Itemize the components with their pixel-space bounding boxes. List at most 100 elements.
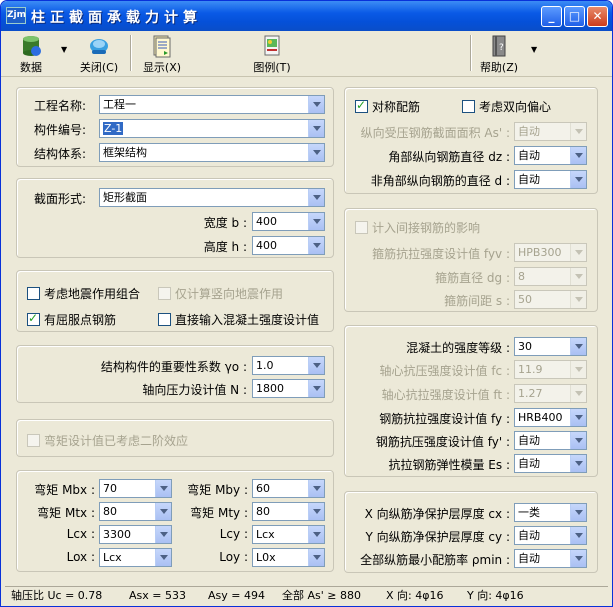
minimize-button[interactable]: _ <box>541 6 562 27</box>
dropdown-arrow-icon[interactable] <box>308 120 324 137</box>
noncorner-diameter-combo[interactable]: 自动 <box>514 170 587 189</box>
member-id-combo[interactable]: Z-1 <box>99 119 325 138</box>
fc-combo[interactable]: 11.9 <box>514 360 587 379</box>
dropdown-arrow-icon[interactable] <box>308 144 324 161</box>
height-value: 400 <box>256 239 277 252</box>
dropdown-arrow-icon[interactable] <box>570 338 586 355</box>
dropdown-arrow-icon[interactable] <box>570 432 586 449</box>
cover-cx-combo[interactable]: 一类 <box>514 503 587 522</box>
cover-cy-combo[interactable]: 自动 <box>514 526 587 545</box>
dropdown-arrow-icon[interactable] <box>308 189 324 206</box>
biaxial-checkbox[interactable]: 考虑双向偏心 <box>462 98 551 115</box>
display-button[interactable]: 显示(X) <box>140 34 184 74</box>
dropdown-arrow-icon[interactable] <box>155 549 171 566</box>
vertical-seismic-checkbox[interactable]: 仅计算竖向地震作用 <box>158 285 283 302</box>
status-bar: 轴压比 Uc = 0.78 Asx = 533 Asy = 494 全部 As'… <box>5 586 608 604</box>
moments-panel: 弯矩 Mbx : 70 弯矩 Mby : 60 弯矩 Mtx : 80 弯矩 M… <box>16 470 334 572</box>
project-name-combo[interactable]: 工程一 <box>99 95 325 114</box>
importance-factor-combo[interactable]: 1.0 <box>252 356 325 375</box>
dropdown-arrow-icon[interactable] <box>570 409 586 426</box>
noncorner-diameter-label: 非角部纵向钢筋的直径 d : <box>370 174 510 188</box>
dropdown-arrow-icon[interactable] <box>570 504 586 521</box>
dropdown-arrow-icon[interactable] <box>155 503 171 520</box>
yield-rebar-checkbox[interactable]: 有屈服点钢筋 <box>27 311 116 328</box>
svg-text:?: ? <box>499 43 504 53</box>
rebar-panel: 对称配筋 考虑双向偏心 纵向受压钢筋截面面积 As' : 自动 角部纵向钢筋直径… <box>344 87 598 194</box>
lcy-value: Lcx <box>256 528 275 541</box>
status-y-direction: Y 向: 4φ16 <box>467 589 524 602</box>
dropdown-arrow-icon[interactable] <box>308 549 324 566</box>
mby-combo[interactable]: 60 <box>252 479 325 498</box>
axial-force-combo[interactable]: 1800 <box>252 379 325 398</box>
maximize-button[interactable]: □ <box>564 6 585 27</box>
dropdown-arrow-icon[interactable] <box>570 385 586 402</box>
lox-value: Lcx <box>103 551 122 564</box>
stirrup-strength-combo[interactable]: HPB300 <box>514 243 587 262</box>
symmetric-rebar-checkbox[interactable]: 对称配筋 <box>355 98 420 115</box>
fyp-combo[interactable]: 自动 <box>514 431 587 450</box>
dropdown-arrow-icon[interactable] <box>308 526 324 543</box>
help-button[interactable]: ? 帮助(Z) <box>477 34 521 74</box>
structure-system-combo[interactable]: 框架结构 <box>99 143 325 162</box>
close-window-button[interactable]: ✕ <box>587 6 608 27</box>
dropdown-arrow-icon[interactable] <box>570 244 586 261</box>
help-dropdown-arrow[interactable]: ▼ <box>531 45 537 54</box>
loy-value: L0x <box>256 551 276 564</box>
es-combo[interactable]: 自动 <box>514 454 587 473</box>
dropdown-arrow-icon[interactable] <box>570 123 586 140</box>
mbx-combo[interactable]: 70 <box>99 479 172 498</box>
width-label: 宽度 b : <box>203 216 247 230</box>
dropdown-arrow-icon[interactable] <box>155 480 171 497</box>
data-button-label: 数据 <box>20 61 42 74</box>
dropdown-arrow-icon[interactable] <box>308 357 324 374</box>
dropdown-arrow-icon[interactable] <box>570 268 586 285</box>
corner-diameter-combo[interactable]: 自动 <box>514 146 587 165</box>
concrete-grade-value: 30 <box>518 340 532 353</box>
lcx-combo[interactable]: 3300 <box>99 525 172 544</box>
second-order-checkbox[interactable]: 弯矩设计值已考虑二阶效应 <box>27 432 188 449</box>
lox-combo[interactable]: Lcx <box>99 548 172 567</box>
dropdown-arrow-icon[interactable] <box>570 171 586 188</box>
dropdown-arrow-icon[interactable] <box>570 361 586 378</box>
mtx-combo[interactable]: 80 <box>99 502 172 521</box>
title-bar[interactable]: Zjm 柱正截面承载力计算 _ □ ✕ <box>1 1 612 31</box>
data-dropdown-arrow[interactable]: ▼ <box>61 45 67 54</box>
dropdown-arrow-icon[interactable] <box>308 503 324 520</box>
dropdown-arrow-icon[interactable] <box>570 550 586 567</box>
loy-combo[interactable]: L0x <box>252 548 325 567</box>
dropdown-arrow-icon[interactable] <box>570 147 586 164</box>
stirrup-strength-label: 箍筋抗拉强度设计值 fyv : <box>372 247 510 261</box>
dropdown-arrow-icon[interactable] <box>570 455 586 472</box>
mty-combo[interactable]: 80 <box>252 502 325 521</box>
app-icon: Zjm <box>6 7 26 24</box>
lcy-combo[interactable]: Lcx <box>252 525 325 544</box>
checkbox-icon <box>158 313 171 326</box>
cover-panel: X 向纵筋净保护层厚度 cx : 一类 Y 向纵筋净保护层厚度 cy : 自动 … <box>344 491 598 573</box>
dropdown-arrow-icon[interactable] <box>308 96 324 113</box>
dropdown-arrow-icon[interactable] <box>308 380 324 397</box>
dropdown-arrow-icon[interactable] <box>570 291 586 308</box>
height-combo[interactable]: 400 <box>252 236 325 255</box>
direct-concrete-checkbox[interactable]: 直接输入混凝土强度设计值 <box>158 311 319 328</box>
min-ratio-combo[interactable]: 自动 <box>514 549 587 568</box>
compression-area-combo[interactable]: 自动 <box>514 122 587 141</box>
stirrup-spacing-combo[interactable]: 50 <box>514 290 587 309</box>
dropdown-arrow-icon[interactable] <box>308 213 324 230</box>
cover-cy-value: 自动 <box>518 529 540 542</box>
indirect-rebar-checkbox[interactable]: 计入间接钢筋的影响 <box>355 219 480 236</box>
stirrup-diameter-combo[interactable]: 8 <box>514 267 587 286</box>
dropdown-arrow-icon[interactable] <box>155 526 171 543</box>
data-button[interactable]: 数据 <box>11 34 51 74</box>
legend-button[interactable]: 图例(T) <box>250 34 294 74</box>
dropdown-arrow-icon[interactable] <box>570 527 586 544</box>
close-button[interactable]: 关闭(C) <box>77 34 121 74</box>
section-shape-combo[interactable]: 矩形截面 <box>99 188 325 207</box>
fy-combo[interactable]: HRB400 <box>514 408 587 427</box>
concrete-grade-combo[interactable]: 30 <box>514 337 587 356</box>
lcx-label: Lcx : <box>66 527 95 541</box>
width-combo[interactable]: 400 <box>252 212 325 231</box>
seismic-combo-checkbox[interactable]: 考虑地震作用组合 <box>27 285 140 302</box>
dropdown-arrow-icon[interactable] <box>308 480 324 497</box>
ft-combo[interactable]: 1.27 <box>514 384 587 403</box>
dropdown-arrow-icon[interactable] <box>308 237 324 254</box>
